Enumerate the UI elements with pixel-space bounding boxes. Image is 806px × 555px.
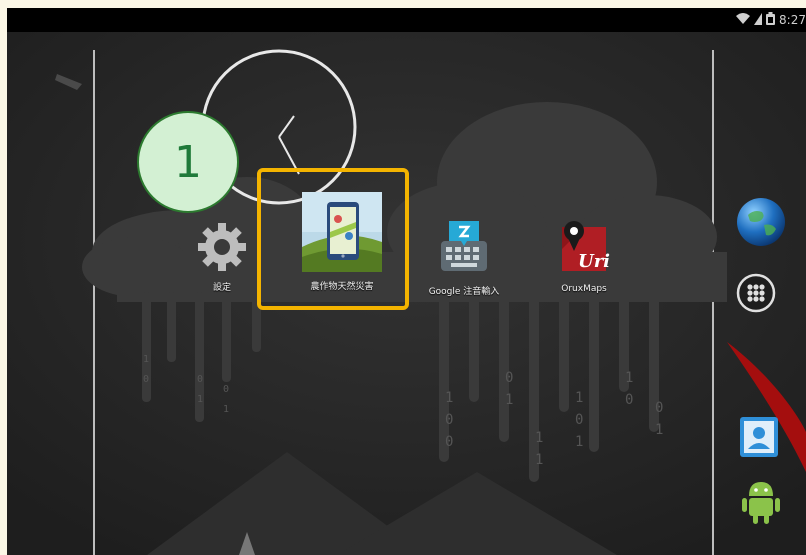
app-google-zhuyin[interactable]: Google 注音輸入 (409, 219, 519, 297)
svg-text:1: 1 (535, 430, 543, 446)
svg-text:0: 0 (143, 374, 149, 385)
app-label: OruxMaps (561, 284, 607, 294)
svg-text:0: 0 (445, 412, 453, 428)
svg-text:1: 1 (143, 354, 149, 365)
svg-text:1: 1 (575, 434, 583, 450)
signal-icon (754, 12, 763, 28)
app-label: 設定 (212, 283, 231, 293)
status-bar: 8:27 (7, 8, 806, 32)
android-button[interactable] (741, 478, 781, 530)
svg-text:0: 0 (505, 370, 513, 386)
svg-text:1: 1 (575, 390, 583, 406)
svg-text:1: 1 (535, 452, 543, 468)
wifi-icon (736, 12, 751, 28)
contacts-button[interactable] (738, 413, 782, 465)
settings-gear-icon (196, 221, 248, 277)
svg-text:1: 1 (625, 370, 633, 386)
svg-text:1: 1 (445, 390, 453, 406)
svg-text:0: 0 (445, 434, 453, 450)
svg-text:1: 1 (223, 404, 229, 415)
highlight-box (257, 168, 409, 310)
oruxmaps-icon: Uri (554, 217, 614, 281)
battery-icon (766, 12, 776, 28)
browser-globe-icon (736, 198, 786, 251)
contacts-icon (738, 417, 782, 465)
svg-text:0: 0 (223, 384, 229, 395)
svg-text:Uri: Uri (578, 251, 610, 272)
android-icon (741, 482, 781, 530)
svg-text:0: 0 (197, 374, 203, 385)
status-bar-icons: 8:27 (736, 11, 806, 29)
app-oruxmaps[interactable]: Uri OruxMaps (529, 217, 639, 294)
browser-globe-button[interactable] (736, 197, 786, 251)
status-time: 8:27 (779, 13, 806, 27)
svg-text:1: 1 (655, 422, 663, 438)
svg-text:0: 0 (655, 400, 663, 416)
svg-text:0: 0 (575, 412, 583, 428)
app-drawer-button[interactable] (736, 273, 776, 317)
step-number-badge: 1 (137, 111, 239, 213)
svg-text:1: 1 (197, 394, 203, 405)
app-label: Google 注音輸入 (428, 287, 500, 297)
app-drawer-icon (736, 273, 776, 317)
svg-text:1: 1 (505, 392, 513, 408)
google-zhuyin-keyboard-icon (435, 219, 493, 281)
svg-text:0: 0 (625, 392, 633, 408)
